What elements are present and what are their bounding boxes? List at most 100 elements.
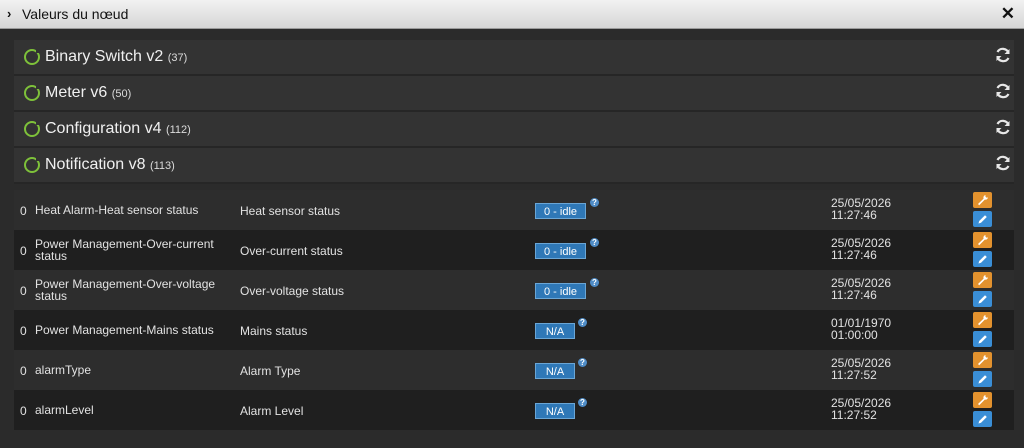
- help-icon[interactable]: ?: [578, 318, 587, 327]
- refresh-icon[interactable]: [994, 154, 1012, 172]
- row-name: alarmLevel: [35, 403, 94, 417]
- table-row: 0 Heat Alarm-Heat sensor status Heat sen…: [14, 190, 1014, 230]
- refresh-icon[interactable]: [994, 82, 1012, 100]
- panel-title: Configuration v4 (112): [45, 120, 191, 138]
- row-label: Alarm Level: [240, 404, 304, 418]
- panel-id: (37): [167, 52, 188, 64]
- row-timestamp: 25/05/2026 11:27:46: [831, 197, 891, 221]
- value-badge[interactable]: 0 - idle: [535, 243, 586, 259]
- wrench-icon: [978, 195, 988, 206]
- row-time: 11:27:46: [831, 288, 877, 302]
- help-icon[interactable]: ?: [578, 358, 587, 367]
- panel-name: Notification v8: [45, 156, 146, 173]
- row-index: 0: [20, 284, 27, 298]
- row-name: Heat Alarm-Heat sensor status: [35, 203, 199, 217]
- row-time: 01:00:00: [831, 328, 878, 342]
- edit-button[interactable]: [973, 291, 992, 307]
- panel-title: Notification v8 (113): [45, 156, 175, 174]
- edit-button[interactable]: [973, 411, 992, 427]
- table-row: 0 alarmLevel Alarm Level N/A ? 25/05/202…: [14, 390, 1014, 430]
- table-row: 0 Power Management-Over-voltage status O…: [14, 270, 1014, 310]
- row-name: Power Management-Over-current status: [35, 237, 214, 263]
- panel-title: Meter v6 (50): [45, 84, 131, 102]
- pencil-icon: [978, 415, 987, 424]
- window-titlebar: › Valeurs du nœud ✕: [0, 0, 1024, 29]
- wrench-icon: [978, 275, 988, 286]
- row-label: Alarm Type: [240, 364, 301, 378]
- panel-id: (113): [149, 160, 175, 172]
- table-row: 0 Power Management-Over-current status O…: [14, 230, 1014, 270]
- panel-notification[interactable]: Notification v8 (113): [14, 148, 1014, 184]
- help-icon[interactable]: ?: [590, 198, 599, 207]
- help-icon[interactable]: ?: [578, 398, 587, 407]
- wrench-icon: [978, 395, 988, 406]
- panel-id: (50): [111, 88, 132, 100]
- row-index: 0: [20, 324, 27, 338]
- pencil-icon: [978, 255, 987, 264]
- configure-button[interactable]: [973, 272, 992, 288]
- value-badge[interactable]: 0 - idle: [535, 283, 586, 299]
- pencil-icon: [978, 215, 987, 224]
- edit-button[interactable]: [973, 251, 992, 267]
- panel-name: Meter v6: [45, 84, 108, 101]
- edit-button[interactable]: [973, 371, 992, 387]
- row-time: 11:27:52: [831, 408, 877, 422]
- help-icon[interactable]: ?: [590, 238, 599, 247]
- refresh-icon[interactable]: [994, 46, 1012, 64]
- panel-configuration[interactable]: Configuration v4 (112): [14, 112, 1014, 148]
- edit-button[interactable]: [973, 211, 992, 227]
- row-name: Power Management-Mains status: [35, 323, 214, 337]
- row-index: 0: [20, 404, 27, 418]
- wrench-icon: [978, 355, 988, 366]
- configure-button[interactable]: [973, 312, 992, 328]
- help-icon[interactable]: ?: [590, 278, 599, 287]
- configure-button[interactable]: [973, 392, 992, 408]
- row-timestamp: 25/05/2026 11:27:46: [831, 277, 891, 301]
- row-name: Power Management-Over-voltage status: [35, 277, 216, 303]
- chevron-right-icon[interactable]: ›: [7, 6, 11, 21]
- row-name: alarmType: [35, 363, 92, 377]
- row-timestamp: 25/05/2026 11:27:52: [831, 357, 891, 381]
- row-index: 0: [20, 244, 27, 258]
- value-badge[interactable]: N/A: [535, 323, 575, 339]
- row-time: 11:27:46: [831, 208, 877, 222]
- row-label: Mains status: [240, 324, 308, 338]
- row-label: Over-current status: [240, 244, 343, 258]
- pencil-icon: [978, 335, 987, 344]
- row-label: Over-voltage status: [240, 284, 345, 298]
- close-icon[interactable]: ✕: [1001, 4, 1015, 24]
- configure-button[interactable]: [973, 192, 992, 208]
- panel-id: (112): [165, 124, 191, 136]
- window-title: Valeurs du nœud: [22, 6, 129, 22]
- configure-button[interactable]: [973, 352, 992, 368]
- row-time: 11:27:46: [831, 248, 877, 262]
- panel-title: Binary Switch v2 (37): [45, 48, 187, 66]
- table-row: 0 Power Management-Mains status Mains st…: [14, 310, 1014, 350]
- value-badge[interactable]: N/A: [535, 363, 575, 379]
- table-row: 0 alarmType Alarm Type N/A ? 25/05/2026 1…: [14, 350, 1014, 390]
- status-ring-icon: [24, 156, 41, 173]
- configure-button[interactable]: [973, 232, 992, 248]
- row-index: 0: [20, 364, 27, 378]
- value-badge[interactable]: N/A: [535, 403, 575, 419]
- panel-meter[interactable]: Meter v6 (50): [14, 76, 1014, 112]
- pencil-icon: [978, 295, 987, 304]
- status-ring-icon: [24, 48, 41, 65]
- panel-binary-switch[interactable]: Binary Switch v2 (37): [14, 40, 1014, 76]
- panel-name: Configuration v4: [45, 120, 162, 137]
- row-timestamp: 25/05/2026 11:27:52: [831, 397, 891, 421]
- wrench-icon: [978, 235, 988, 246]
- status-ring-icon: [24, 120, 41, 137]
- value-badge[interactable]: 0 - idle: [535, 203, 586, 219]
- wrench-icon: [978, 315, 988, 326]
- row-index: 0: [20, 204, 27, 218]
- edit-button[interactable]: [973, 331, 992, 347]
- status-ring-icon: [24, 84, 41, 101]
- row-timestamp: 25/05/2026 11:27:46: [831, 237, 891, 261]
- row-label: Heat sensor status: [240, 204, 341, 218]
- panel-name: Binary Switch v2: [45, 48, 164, 65]
- refresh-icon[interactable]: [994, 118, 1012, 136]
- pencil-icon: [978, 375, 987, 384]
- row-time: 11:27:52: [831, 368, 877, 382]
- row-timestamp: 01/01/1970 01:00:00: [831, 317, 891, 341]
